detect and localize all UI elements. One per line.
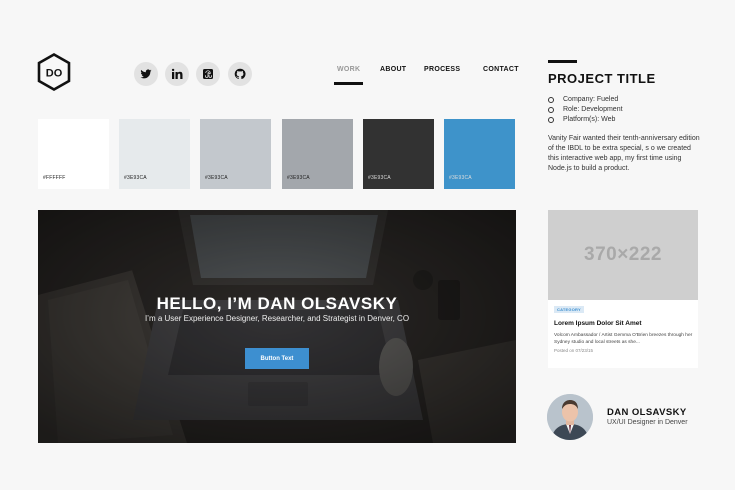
hero-subtitle: I’m a User Experience Designer, Research… — [144, 314, 410, 323]
project-title: PROJECT TITLE — [548, 71, 656, 86]
social-linkedin-button[interactable] — [165, 62, 189, 86]
profile-name: DAN OLSAVSKY — [607, 407, 687, 418]
project-description: Vanity Fair wanted their tenth-anniversa… — [548, 135, 700, 172]
linkedin-icon — [171, 68, 183, 79]
color-swatch: #3E93CA — [119, 119, 190, 189]
hexagon-logo-icon: DO — [37, 53, 71, 91]
hero-button[interactable]: Button Text — [245, 348, 309, 369]
logo-text: DO — [46, 68, 63, 80]
color-swatch: #3E93CA — [363, 119, 434, 189]
social-twitter-button[interactable] — [134, 62, 158, 86]
avatar — [547, 394, 593, 440]
nav-contact[interactable]: CONTACT — [483, 66, 519, 73]
project-detail-text: Company: Fueled — [563, 96, 619, 103]
color-swatch: #3E93CA — [444, 119, 515, 189]
swatch-label: #3E93CA — [368, 175, 391, 181]
bullet-icon — [548, 96, 554, 103]
bullet-icon — [548, 106, 554, 113]
hero-title: HELLO, I’M DAN OLSAVSKY — [156, 294, 398, 313]
bullet-icon — [548, 116, 554, 123]
hero-banner: HELLO, I’M DAN OLSAVSKY I’m a User Exper… — [38, 210, 516, 443]
project-title-bar — [548, 60, 577, 63]
swatch-label: #3E93CA — [449, 175, 472, 181]
swatch-label: #3E93CA — [205, 175, 228, 181]
nav-process[interactable]: PROCESS — [424, 66, 460, 73]
card-category-badge[interactable]: CATEGORY — [554, 306, 584, 313]
profile-photo — [547, 394, 593, 440]
project-detail-item: Role: Development — [548, 106, 623, 113]
swatch-label: #FFFFFF — [43, 175, 66, 181]
card-title[interactable]: Lorem Ipsum Dolor Sit Amet — [554, 320, 642, 327]
nav-about[interactable]: ABOUT — [380, 66, 406, 73]
color-swatch: #3E93CA — [200, 119, 271, 189]
project-detail-text: Platform(s): Web — [563, 116, 616, 123]
swatch-label: #3E93CA — [287, 175, 310, 181]
card-excerpt: Volcom Ambassador / Artist Gemma O'Brien… — [554, 333, 693, 345]
profile-role: UX/UI Designer in Denver — [607, 419, 688, 426]
nav-work[interactable]: WORK — [337, 66, 360, 73]
color-swatch: #3E93CA — [282, 119, 353, 189]
twitter-icon — [140, 69, 152, 79]
nav-active-indicator — [334, 82, 363, 85]
logo[interactable]: DO — [37, 53, 71, 91]
color-swatch: #FFFFFF — [38, 119, 109, 189]
social-stumbleupon-button[interactable] — [196, 62, 220, 86]
blog-card[interactable]: 370×222 CATEGORY Lorem Ipsum Dolor Sit A… — [548, 210, 698, 368]
social-github-button[interactable] — [228, 62, 252, 86]
card-date: Posted on 07/23/15 — [554, 348, 594, 353]
hero-background-image — [38, 210, 516, 443]
project-detail-text: Role: Development — [563, 106, 623, 113]
stumbleupon-icon — [203, 69, 213, 79]
project-detail-item: Platform(s): Web — [548, 116, 615, 123]
github-icon — [234, 68, 246, 80]
card-image-placeholder: 370×222 — [548, 210, 698, 300]
swatch-label: #3E93CA — [124, 175, 147, 181]
project-detail-item: Company: Fueled — [548, 96, 618, 103]
